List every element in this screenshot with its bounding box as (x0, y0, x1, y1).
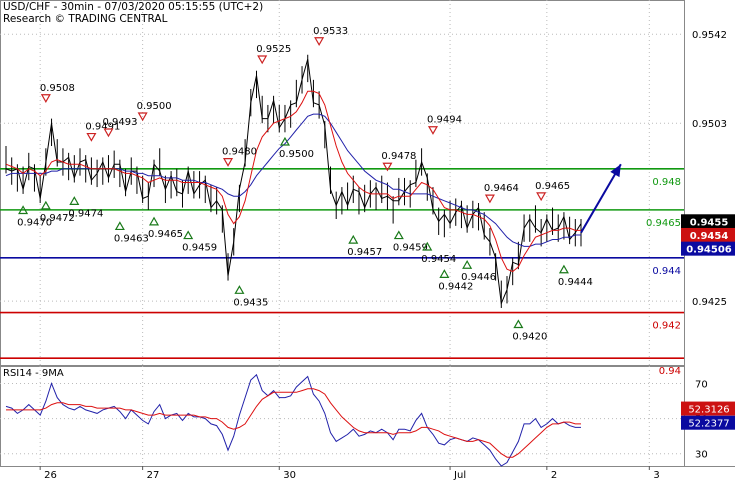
buy-marker (183, 230, 194, 240)
annotation-label: 0.9465 (148, 229, 183, 240)
level-label: 0.948 (652, 177, 681, 188)
buy-marker (114, 221, 125, 231)
chart-title: USD/CHF - 30min - 07/03/2020 05:15:55 (U… (3, 1, 264, 13)
annotation-label: 0.9435 (233, 297, 268, 308)
rsi-y-tick-label: 30 (695, 450, 708, 461)
sell-marker (484, 194, 495, 204)
rsi-title: RSI14 - 9MA (3, 368, 64, 379)
sell-marker (86, 132, 97, 142)
sell-marker (314, 37, 325, 46)
annotation-label: 0.9500 (279, 149, 314, 160)
price-badge-label: 0.94506 (686, 245, 732, 256)
rsi-ma-line (6, 388, 581, 458)
annotation-label: 0.9465 (535, 181, 570, 192)
x-tick-label: 26 (44, 470, 57, 480)
annotation-label: 0.9500 (137, 101, 172, 112)
annotation-label: 0.9459 (182, 243, 217, 254)
price-badge-label: 0.9455 (690, 217, 729, 228)
rsi-y-tick-label: 70 (695, 380, 708, 391)
level-label: 0.94 (659, 366, 681, 377)
buy-marker (439, 269, 450, 278)
buy-marker (513, 319, 524, 329)
sell-marker (40, 94, 51, 103)
buy-marker (234, 285, 245, 294)
annotation-label: 0.9508 (40, 83, 75, 94)
y-tick-label: 0.9425 (692, 297, 727, 308)
annotation-label: 0.9493 (102, 117, 137, 128)
x-tick-label: 27 (147, 470, 160, 480)
level-label: 0.942 (652, 321, 681, 332)
annotation-label: 0.9457 (347, 247, 382, 258)
sell-marker (257, 55, 268, 65)
buy-marker (558, 264, 569, 274)
price-line (5, 59, 582, 306)
y-tick-label: 0.9542 (692, 30, 727, 41)
rsi-plot-frame (0, 366, 685, 467)
annotation-label: 0.9420 (512, 332, 547, 343)
buy-marker (393, 230, 404, 240)
forecast-arrow-shaft (580, 163, 622, 234)
rsi-badge-label: 52.3126 (688, 405, 729, 416)
level-label: 0.944 (652, 266, 681, 277)
buy-marker (148, 216, 160, 226)
annotation-label: 0.9454 (421, 254, 456, 265)
chart-subtitle: Research © TRADING CENTRAL (3, 13, 168, 25)
buy-marker (69, 196, 80, 205)
annotation-label: 0.9478 (381, 151, 416, 162)
x-tick-label: 2 (551, 470, 557, 480)
buy-marker (462, 260, 473, 269)
annotation-label: 0.9444 (558, 277, 593, 288)
annotation-label: 0.9525 (256, 44, 291, 55)
x-tick-label: 30 (283, 470, 296, 480)
buy-marker (348, 234, 359, 244)
annotation-label: 0.9446 (461, 272, 496, 283)
rsi-badge-label: 52.2377 (688, 419, 729, 430)
x-tick-label: 3 (653, 470, 659, 480)
annotation-label: 0.9480 (222, 147, 257, 158)
rsi-line (5, 373, 581, 467)
level-label: 0.9465 (646, 218, 681, 229)
annotation-label: 0.9463 (114, 233, 149, 244)
price-badge-label: 0.9454 (690, 231, 729, 242)
sell-marker (222, 158, 234, 167)
buy-marker (40, 200, 51, 210)
chart-svg: 262730Jul230.95420.95030.94257050300.948… (0, 0, 735, 481)
annotation-label: 0.9464 (484, 183, 519, 194)
sell-marker (427, 126, 439, 135)
annotation-label: 0.9459 (393, 243, 428, 254)
x-tick-label: Jul (453, 470, 466, 480)
annotation-label: 0.9533 (313, 26, 348, 37)
y-tick-label: 0.9503 (692, 119, 727, 130)
fast-moving-average-line (5, 90, 581, 273)
annotation-label: 0.9474 (68, 208, 103, 219)
annotation-label: 0.9494 (427, 115, 462, 126)
chart-stage: 262730Jul230.95420.95030.94257050300.948… (0, 0, 735, 481)
sell-marker (536, 192, 547, 202)
